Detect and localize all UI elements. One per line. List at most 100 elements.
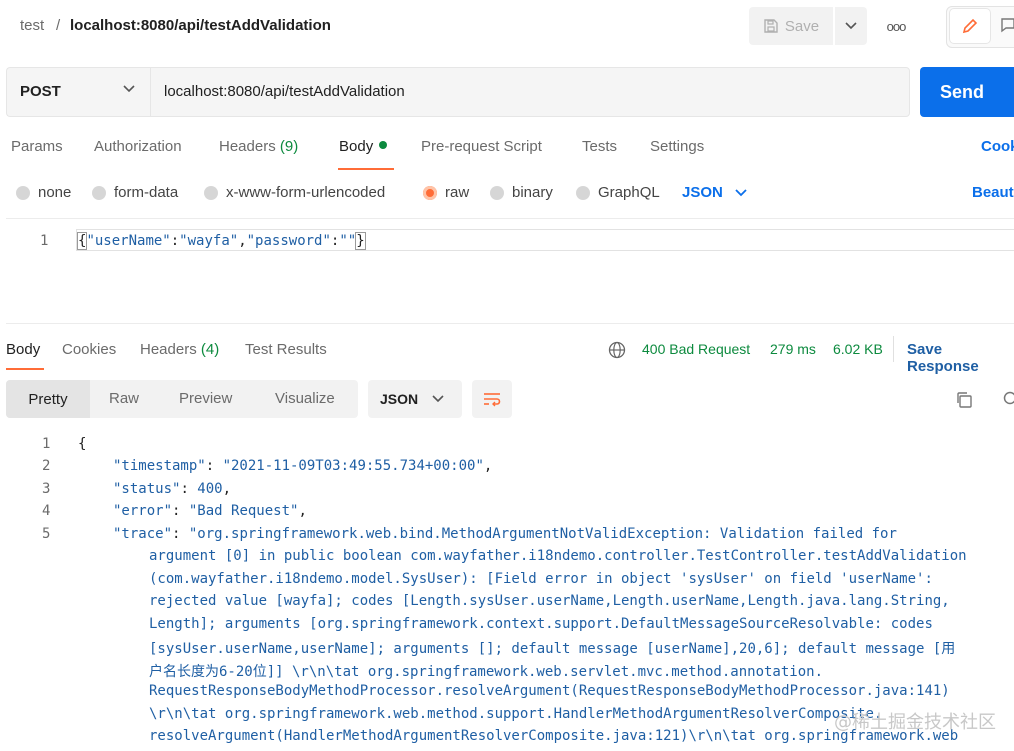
search-icon[interactable] xyxy=(1002,390,1014,408)
active-tab-indicator xyxy=(338,168,394,170)
radio-label: form-data xyxy=(114,184,179,201)
send-button[interactable]: Send xyxy=(920,67,1014,117)
radio-button xyxy=(16,185,30,200)
response-tab-test-results[interactable]: Test Results xyxy=(245,341,327,358)
response-size[interactable]: 6.02 KB xyxy=(833,341,883,357)
globe-icon[interactable] xyxy=(608,341,626,359)
radio-raw[interactable]: raw xyxy=(423,184,469,201)
more-actions-button[interactable]: ooo xyxy=(880,7,912,45)
radio-button xyxy=(576,185,590,200)
cookies-link[interactable]: Cookies xyxy=(981,138,1014,155)
json-value: "2021-11-09T03:49:55.734+00:00" xyxy=(222,458,484,474)
method-label: POST xyxy=(20,83,61,100)
line-number: 1 xyxy=(42,436,51,452)
trace-line: Length]; arguments [org.springframework.… xyxy=(149,616,933,632)
response-time[interactable]: 279 ms xyxy=(770,341,816,357)
tab-body-label: Body xyxy=(339,138,374,155)
save-options-button[interactable] xyxy=(835,7,867,45)
view-visualize-button[interactable]: Visualize xyxy=(275,390,335,407)
chevron-down-icon xyxy=(432,395,444,403)
tab-authorization[interactable]: Authorization xyxy=(94,138,182,155)
radio-label: binary xyxy=(512,184,553,201)
radio-button xyxy=(92,185,106,200)
tab-params[interactable]: Params xyxy=(11,138,63,155)
pencil-icon xyxy=(962,18,978,34)
code-string: "" xyxy=(339,233,357,249)
save-response-button[interactable]: Save Response xyxy=(907,341,1014,375)
line-number: 2 xyxy=(42,458,51,474)
json-entry-error: "error": "Bad Request", xyxy=(113,503,307,519)
comment-icon[interactable] xyxy=(1000,17,1014,33)
response-tab-headers[interactable]: Headers (4) xyxy=(140,341,219,358)
save-button[interactable]: Save xyxy=(749,7,833,45)
tab-headers-label: Headers xyxy=(219,138,276,155)
beautify-link[interactable]: Beautify xyxy=(972,184,1014,201)
radio-none[interactable]: none xyxy=(16,184,71,201)
trace-line: argument [0] in public boolean com.wayfa… xyxy=(149,548,967,564)
response-tab-headers-label: Headers xyxy=(140,341,197,358)
json-key: "status" xyxy=(113,481,181,497)
response-tab-body[interactable]: Body xyxy=(6,341,40,358)
tab-prerequest-script[interactable]: Pre-request Script xyxy=(421,138,542,155)
radio-form-data[interactable]: form-data xyxy=(92,184,178,201)
response-headers-count: (4) xyxy=(200,341,220,358)
request-body-code: {"userName":"wayfa","password":""} xyxy=(76,232,366,250)
json-entry-status: "status": 400, xyxy=(113,481,232,497)
tab-settings[interactable]: Settings xyxy=(650,138,704,155)
trace-line: 户名长度为6-20位]] \r\n\tat org.springframewor… xyxy=(149,664,824,680)
json-value: "org.springframework.web.bind.MethodArgu… xyxy=(188,526,897,542)
json-entry-trace: "trace": "org.springframework.web.bind.M… xyxy=(113,526,897,542)
edit-button[interactable] xyxy=(950,9,990,43)
radio-graphql[interactable]: GraphQL xyxy=(576,184,660,201)
save-icon xyxy=(764,19,778,33)
radio-button-selected xyxy=(423,185,437,200)
radio-label: GraphQL xyxy=(598,184,660,201)
response-format-label: JSON xyxy=(380,391,419,407)
radio-button xyxy=(204,185,218,200)
chevron-down-icon xyxy=(123,85,135,93)
watermark: @稀土掘金技术社区 xyxy=(834,712,996,733)
code-string: "wayfa" xyxy=(179,233,239,249)
line-number: 1 xyxy=(40,233,49,249)
view-pretty-button[interactable]: Pretty xyxy=(6,380,90,418)
breadcrumb-collection[interactable]: test xyxy=(20,17,44,34)
tab-tests[interactable]: Tests xyxy=(582,138,617,155)
code-key: "password" xyxy=(246,233,331,249)
trace-line: \r\n\tat org.springframework.web.method.… xyxy=(149,706,883,722)
more-icon: ooo xyxy=(886,18,907,34)
line-number: 4 xyxy=(42,503,51,519)
wrap-lines-icon xyxy=(484,393,501,407)
radio-label: raw xyxy=(445,184,470,201)
radio-binary[interactable]: binary xyxy=(490,184,553,201)
radio-urlencoded[interactable]: x-www-form-urlencoded xyxy=(204,184,385,201)
response-tab-cookies[interactable]: Cookies xyxy=(62,341,116,358)
divider xyxy=(893,336,894,362)
view-preview-button[interactable]: Preview xyxy=(179,390,232,407)
body-format-dropdown[interactable]: JSON xyxy=(682,184,747,201)
json-key: "timestamp" xyxy=(113,458,206,474)
view-pretty-label: Pretty xyxy=(28,390,68,408)
tab-body[interactable]: Body xyxy=(339,138,388,155)
save-label: Save xyxy=(784,17,820,35)
tab-headers[interactable]: Headers (9) xyxy=(219,138,298,155)
json-key: "trace" xyxy=(113,526,173,542)
code-key: "userName" xyxy=(86,233,171,249)
breadcrumb-separator: / xyxy=(56,17,61,34)
breadcrumb-request-name[interactable]: localhost:8080/api/testAddValidation xyxy=(70,17,331,34)
response-format-dropdown[interactable]: JSON xyxy=(368,380,462,418)
chevron-down-icon xyxy=(735,188,747,196)
json-entry-timestamp: "timestamp": "2021-11-09T03:49:55.734+00… xyxy=(113,458,493,474)
copy-icon[interactable] xyxy=(954,390,974,410)
body-format-label: JSON xyxy=(682,184,723,201)
active-tab-indicator xyxy=(6,368,44,370)
headers-count: (9) xyxy=(279,138,299,155)
radio-label: none xyxy=(38,184,72,201)
code-brace: } xyxy=(355,232,366,250)
send-label: Send xyxy=(940,81,985,102)
wrap-lines-button[interactable] xyxy=(472,380,512,418)
line-number: 3 xyxy=(42,481,51,497)
status-code[interactable]: 400 Bad Request xyxy=(642,341,750,357)
view-raw-button[interactable]: Raw xyxy=(109,390,139,407)
radio-button xyxy=(490,185,504,200)
json-value: 400 xyxy=(197,481,223,497)
